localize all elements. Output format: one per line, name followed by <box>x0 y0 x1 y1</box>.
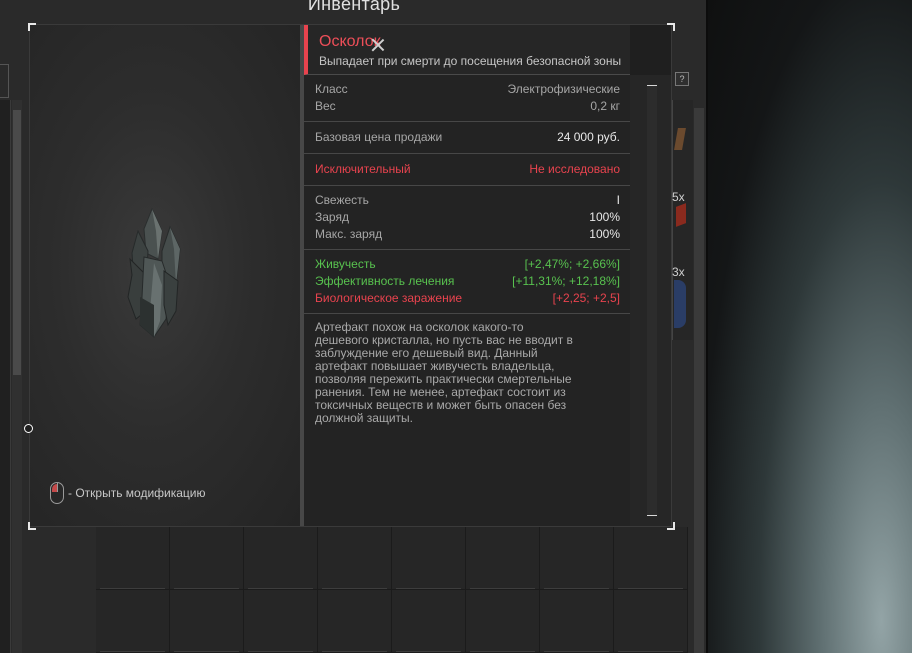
research-status: Не исследовано <box>529 162 620 176</box>
stack-count-label: 5x <box>672 190 685 204</box>
inventory-slot[interactable] <box>318 590 392 653</box>
inventory-slot[interactable] <box>614 527 688 590</box>
inventory-slot[interactable] <box>392 527 466 590</box>
help-badge[interactable]: ? <box>675 72 689 86</box>
stat-row: Класс Электрофизические <box>315 81 620 98</box>
price-key: Базовая цена продажи <box>315 130 443 144</box>
inventory-slot[interactable] <box>614 590 688 653</box>
inventory-slot[interactable] <box>96 590 170 653</box>
popup-resize-handle[interactable] <box>24 424 33 433</box>
stack-count-label: 3x <box>672 265 685 279</box>
stat-key: Свежесть <box>315 193 369 207</box>
inventory-slot[interactable] <box>318 527 392 590</box>
inventory-slot[interactable] <box>244 527 318 590</box>
stat-value: 100% <box>589 227 620 241</box>
popup-corner-marker <box>667 23 675 31</box>
inventory-right-scrollbar[interactable] <box>694 108 704 653</box>
stat-key: Макс. заряд <box>315 227 383 241</box>
inventory-slot[interactable] <box>96 527 170 590</box>
price-row: Базовая цена продажи 24 000 руб. <box>315 129 620 146</box>
stat-value: 100% <box>589 210 620 224</box>
inventory-slot[interactable] <box>392 590 466 653</box>
item-info-popup: - Открыть модификацию Осколок Выпадает п… <box>30 25 671 526</box>
rarity-row: Исключительный Не исследовано <box>315 161 620 178</box>
price-value: 24 000 руб. <box>557 130 620 144</box>
inventory-item-partial[interactable] <box>674 280 686 328</box>
effect-key: Эффективность лечения <box>315 274 455 288</box>
open-modification-hint: - Открыть модификацию <box>50 480 206 506</box>
item-header: Осколок Выпадает при смерти до посещения… <box>304 25 630 75</box>
rarity-section: Исключительный Не исследовано <box>304 154 630 186</box>
stat-key: Класс <box>315 82 348 96</box>
stat-row: Вес 0,2 кг <box>315 98 620 115</box>
stat-row: Макс. заряд 100% <box>315 226 620 243</box>
price-section: Базовая цена продажи 24 000 руб. <box>304 122 630 154</box>
close-icon[interactable] <box>371 38 385 52</box>
crystal-artifact-icon <box>127 207 181 338</box>
popup-corner-marker <box>28 522 36 530</box>
scroll-bottom-cap <box>647 515 657 516</box>
item-class-section: Класс Электрофизические Вес 0,2 кг <box>304 75 630 122</box>
inventory-slot[interactable] <box>540 590 614 653</box>
effect-value: [+2,25; +2,5] <box>552 291 620 305</box>
effect-key: Биологическое заражение <box>315 291 463 305</box>
stat-value: 0,2 кг <box>590 99 620 113</box>
inventory-left-box <box>0 64 9 98</box>
item-subtitle: Выпадает при смерти до посещения безопас… <box>319 54 622 68</box>
effect-value: [+11,31%; +12,18%] <box>512 274 620 288</box>
popup-corner-marker <box>667 522 675 530</box>
item-description: Артефакт похож на осколок какого-то деше… <box>315 320 573 425</box>
popup-corner-marker <box>28 23 36 31</box>
stat-row: Свежесть I <box>315 192 620 209</box>
inventory-slot[interactable] <box>244 590 318 653</box>
inventory-left-scroll-thumb[interactable] <box>13 110 21 375</box>
scroll-top-cap <box>647 85 657 86</box>
mouse-hint-label: - Открыть модификацию <box>68 486 206 500</box>
effect-row: Живучесть [+2,47%; +2,66%] <box>315 256 620 273</box>
item-info-panel: Осколок Выпадает при смерти до посещения… <box>304 25 630 526</box>
stat-value: I <box>616 193 620 207</box>
inventory-slot[interactable] <box>466 527 540 590</box>
effects-section: Живучесть [+2,47%; +2,66%] Эффективность… <box>304 250 630 314</box>
condition-section: Свежесть I Заряд 100% Макс. заряд 100% <box>304 186 630 250</box>
stat-key: Заряд <box>315 210 349 224</box>
mouse-icon <box>50 482 64 504</box>
inventory-slot[interactable] <box>540 527 614 590</box>
inventory-slot[interactable] <box>170 590 244 653</box>
rarity-label: Исключительный <box>315 162 411 176</box>
scroll-track[interactable] <box>647 85 657 515</box>
effect-value: [+2,47%; +2,66%] <box>524 257 620 271</box>
stat-row: Заряд 100% <box>315 209 620 226</box>
inventory-slot[interactable] <box>466 590 540 653</box>
effect-key: Живучесть <box>315 257 376 271</box>
inventory-left-strip <box>0 100 11 653</box>
info-scrollbar[interactable] <box>630 75 671 526</box>
item-preview[interactable]: - Открыть модификацию <box>30 25 300 526</box>
stat-value: Электрофизические <box>507 82 620 96</box>
effect-row: Биологическое заражение [+2,25; +2,5] <box>315 290 620 307</box>
inventory-slot[interactable] <box>170 527 244 590</box>
inventory-grid <box>96 527 688 653</box>
effect-row: Эффективность лечения [+11,31%; +12,18%] <box>315 273 620 290</box>
game-scene-background <box>708 0 912 653</box>
inventory-item-partial[interactable] <box>676 203 686 227</box>
stat-key: Вес <box>315 99 336 113</box>
inventory-title: Инвентарь <box>307 0 401 14</box>
